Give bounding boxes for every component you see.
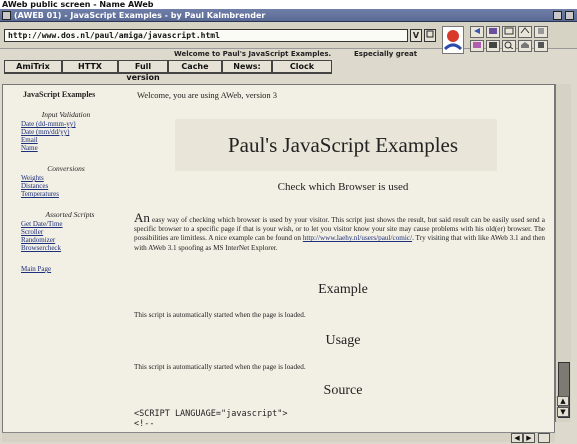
image-icon[interactable]: [486, 40, 500, 52]
sidebar-link-distances[interactable]: Distances: [21, 182, 48, 190]
sidebar-title: JavaScript Examples: [23, 90, 96, 99]
sidebar-link-name[interactable]: Name: [21, 144, 38, 152]
search-icon[interactable]: [502, 40, 516, 52]
sidebar-link-temperatures[interactable]: Temperatures: [21, 190, 59, 198]
nav-button-row: AmiTrix HTTX Full version Cache News: Cl…: [4, 60, 436, 82]
forward-icon[interactable]: [470, 40, 484, 52]
back-icon[interactable]: [470, 26, 484, 38]
screen-title: AWeb public screen - Name AWeb: [2, 0, 154, 9]
url-input[interactable]: http://www.dos.nl/paul/amiga/javascript.…: [4, 29, 408, 42]
scroll-left-arrow-icon[interactable]: ◀: [511, 433, 523, 443]
sidebar-section-heading: Assorted Scripts: [45, 210, 95, 219]
window-title: (AWEB 01) - JavaScript Examples - by Pau…: [14, 11, 266, 20]
sidebar: JavaScript Examples Input Validation Dat…: [3, 85, 119, 433]
section-heading-source: Source: [323, 383, 363, 398]
nav-button-full-version[interactable]: Full version: [118, 60, 168, 82]
location-text: Especially great: [354, 50, 418, 58]
stop-icon[interactable]: [534, 40, 548, 52]
depth-gadget-icon[interactable]: [565, 11, 574, 20]
section-heading-example: Example: [318, 282, 368, 297]
help-icon[interactable]: [534, 26, 548, 38]
status-line: Welcome to Paul's JavaScript Examples. E…: [4, 49, 436, 60]
print-icon[interactable]: [518, 26, 532, 38]
sidebar-section-heading: Input Validation: [41, 110, 91, 119]
nav-button-news[interactable]: News:: [222, 60, 272, 74]
horizontal-scrollbar[interactable]: ◀ ▶: [2, 432, 555, 443]
page-title: Paul's JavaScript Examples: [227, 133, 459, 157]
sidebar-link-email[interactable]: Email: [21, 136, 38, 144]
window-title-bar[interactable]: (AWEB 01) - JavaScript Examples - by Pau…: [0, 9, 577, 22]
sidebar-section-heading: Conversions: [47, 164, 85, 173]
nav-button-clock[interactable]: Clock: [272, 60, 332, 74]
status-message: Welcome to Paul's JavaScript Examples.: [174, 50, 332, 58]
usage-text: This script is automatically started whe…: [134, 363, 306, 371]
close-gadget-icon[interactable]: [2, 11, 11, 20]
nav-button-amitrix[interactable]: AmiTrix: [4, 60, 62, 74]
sidebar-link-date-mmddyy[interactable]: Date (mm/dd/yy): [21, 128, 69, 136]
code-line: <!--: [134, 419, 155, 429]
sidebar-link-browsercheck[interactable]: Browsercheck: [21, 244, 61, 252]
reload-icon: [426, 30, 434, 38]
aweb-logo-icon: [443, 30, 463, 51]
sidebar-link-weights[interactable]: Weights: [21, 174, 44, 182]
home-icon[interactable]: [518, 40, 532, 52]
welcome-text: Welcome, you are using AWeb, version 3: [137, 90, 278, 100]
scroll-right-arrow-icon[interactable]: ▶: [523, 433, 535, 443]
example-text: This script is automatically started whe…: [134, 311, 306, 319]
screen-title-bar: AWeb public screen - Name AWeb: [0, 0, 577, 9]
sidebar-link-randomizer[interactable]: Randomizer: [21, 236, 55, 244]
main-article: Welcome, you are using AWeb, version 3 P…: [134, 85, 549, 433]
page-content[interactable]: JavaScript Examples Input Validation Dat…: [2, 84, 555, 434]
section-heading-browser-check: Check which Browser is used: [277, 181, 409, 193]
scroll-down-arrow-icon[interactable]: ▼: [557, 407, 569, 417]
bookmark-icon[interactable]: [486, 26, 500, 38]
paragraph-drop-cap: An: [134, 210, 150, 225]
url-reload-button[interactable]: [424, 29, 436, 42]
nav-button-httx[interactable]: HTTX: [62, 60, 118, 74]
window-icon[interactable]: [502, 26, 516, 38]
aweb-logo: [442, 26, 464, 54]
comic-link[interactable]: http://www.laehy.nl/users/paul/comic/: [303, 234, 412, 242]
intro-paragraph: An easy way of checking which browser is…: [134, 210, 545, 253]
section-heading-usage: Usage: [325, 333, 361, 348]
scroll-up-arrow-icon[interactable]: ▲: [557, 396, 569, 406]
sidebar-link-get-date-time[interactable]: Get Date/Time: [21, 220, 63, 228]
url-dropdown-button[interactable]: V: [410, 29, 422, 42]
sidebar-link-scroller[interactable]: Scroller: [21, 228, 43, 236]
sidebar-link-main-page[interactable]: Main Page: [21, 265, 51, 273]
zoom-gadget-icon[interactable]: [553, 11, 562, 20]
code-line: <SCRIPT LANGUAGE="javascript">: [134, 409, 288, 419]
source-code-block: <SCRIPT LANGUAGE="javascript"> <!--: [134, 409, 288, 429]
nav-button-cache[interactable]: Cache: [168, 60, 222, 74]
vertical-scrollbar[interactable]: ▲ ▼: [555, 84, 571, 422]
sidebar-link-date-ddmmmyy[interactable]: Date (dd-mmm-yy): [21, 120, 76, 128]
resize-gadget-icon[interactable]: [538, 433, 550, 443]
